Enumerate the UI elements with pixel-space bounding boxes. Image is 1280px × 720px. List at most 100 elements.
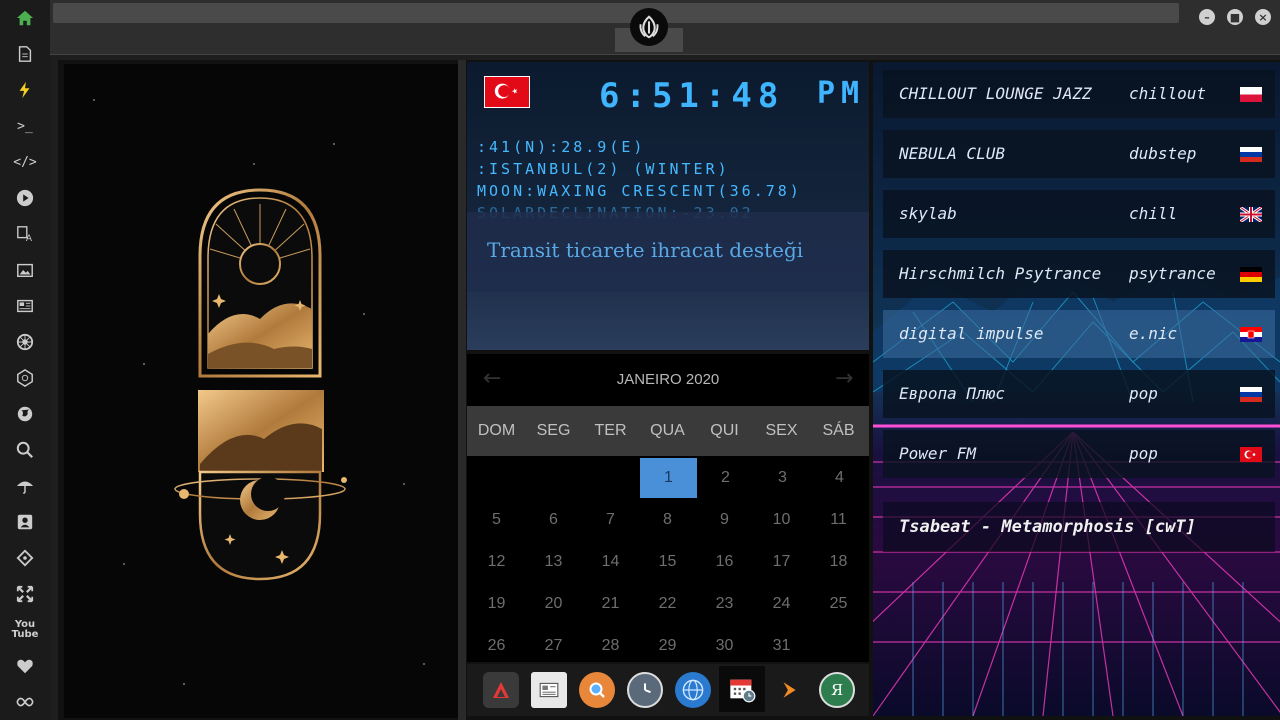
image-icon[interactable] [13, 258, 37, 282]
russia-flag-icon [1240, 147, 1262, 162]
home-icon[interactable] [13, 6, 37, 30]
youtube-icon[interactable]: You Tube [12, 618, 39, 642]
calendar-day[interactable]: 18 [810, 542, 867, 582]
calendar-day[interactable]: 30 [696, 626, 753, 666]
umbrella-icon[interactable] [13, 474, 37, 498]
station-row-active[interactable]: digital impulse e.nic [883, 310, 1275, 358]
germany-flag-icon [1240, 267, 1262, 282]
station-genre: pop [1129, 384, 1158, 403]
station-genre: dubstep [1129, 144, 1197, 163]
heart-icon[interactable] [13, 654, 37, 678]
contact-card-icon[interactable] [13, 510, 37, 534]
calendar-day[interactable]: 4 [811, 458, 868, 498]
station-row[interactable]: NEBULA CLUB dubstep [883, 130, 1275, 178]
calendar-day[interactable]: 8 [639, 500, 696, 540]
station-row[interactable]: CHILLOUT LOUNGE JAZZ chillout [883, 70, 1275, 118]
calendar-day[interactable]: 11 [810, 500, 867, 540]
calendar-day[interactable]: 10 [753, 500, 810, 540]
play-icon[interactable] [13, 186, 37, 210]
calendar-day-selected[interactable]: 1 [640, 458, 697, 498]
yandex-icon[interactable]: Я [819, 672, 855, 708]
calendar-day[interactable]: 7 [582, 500, 639, 540]
search-app-icon[interactable] [579, 672, 615, 708]
browser-globe-icon[interactable] [675, 672, 711, 708]
calendar-day[interactable]: 27 [525, 626, 582, 666]
translate-icon[interactable]: A [13, 222, 37, 246]
tag-icon[interactable] [13, 546, 37, 570]
clock-time: 6:51:48 [599, 76, 785, 116]
calendar-app-icon[interactable] [719, 666, 765, 712]
calendar-month-title: JANEIRO 2020 [616, 371, 720, 388]
calendar-day[interactable]: 19 [468, 584, 525, 624]
weekday-label: TER [594, 422, 627, 439]
calendar-day[interactable]: 3 [754, 458, 811, 498]
calendar-day[interactable]: 6 [525, 500, 582, 540]
croatia-flag-icon [1240, 327, 1262, 342]
moon-phase-text: MOON:WAXING CRESCENT(36.78) [477, 182, 802, 200]
calendar-day[interactable]: 23 [696, 584, 753, 624]
calendar-day[interactable]: 29 [639, 626, 696, 666]
station-name: NEBULA CLUB [899, 144, 1005, 163]
infinity-icon[interactable] [13, 690, 37, 714]
terminal-icon[interactable]: >_ [13, 114, 37, 138]
lightning-icon[interactable] [13, 78, 37, 102]
station-row[interactable]: skylab chill [883, 190, 1275, 238]
calendar-day[interactable]: 16 [696, 542, 753, 582]
calendar-day[interactable]: 5 [468, 500, 525, 540]
address-bar[interactable] [53, 3, 1179, 23]
weekday-label: QUA [650, 422, 685, 439]
celestial-art-image [93, 99, 425, 685]
clock-app-icon[interactable] [627, 672, 663, 708]
rebel-emblem-icon [630, 8, 668, 46]
search-icon[interactable] [13, 438, 37, 462]
calendar-day[interactable]: 22 [639, 584, 696, 624]
galactic-empire-icon[interactable] [13, 366, 37, 390]
rebel-alliance-icon[interactable] [13, 330, 37, 354]
calendar-day[interactable]: 12 [468, 542, 525, 582]
station-row[interactable]: Европа Плюс pop [883, 370, 1275, 418]
calendar-day[interactable]: 31 [753, 626, 810, 666]
calendar-day[interactable]: 13 [525, 542, 582, 582]
calendar-day[interactable]: 15 [639, 542, 696, 582]
minimize-button[interactable]: – [1199, 9, 1215, 25]
svg-text:A: A [26, 234, 33, 243]
news-headline[interactable]: Transit ticarete ihracat desteği [487, 238, 803, 262]
close-button[interactable]: × [1255, 9, 1271, 25]
maximize-button[interactable]: ■ [1227, 9, 1243, 25]
station-row[interactable]: Power FM pop [883, 430, 1275, 478]
calendar-day[interactable]: 9 [696, 500, 753, 540]
weekday-header-row: DOM SEG TER QUA QUI SEX SÁB [467, 406, 869, 456]
calendar-day[interactable]: 17 [753, 542, 810, 582]
station-genre: chill [1129, 204, 1178, 223]
weekday-label: QUI [710, 422, 739, 439]
calendar-day[interactable]: 24 [753, 584, 810, 624]
clock-widget: 6:51:48 PM :41(N):28.9(E) :ISTANBUL(2) (… [467, 62, 869, 350]
expand-icon[interactable] [13, 582, 37, 606]
station-name: Power FM [899, 444, 977, 463]
media-play-icon[interactable] [771, 672, 807, 708]
next-month-icon[interactable]: → [835, 366, 853, 391]
document-icon[interactable] [13, 42, 37, 66]
newspaper-icon[interactable] [13, 294, 37, 318]
globe-icon[interactable] [13, 402, 37, 426]
weekday-label: SÁB [822, 422, 855, 439]
top-bar: – ■ × [50, 0, 1280, 55]
art-panel [64, 64, 458, 718]
calendar-header: ← JANEIRO 2020 → [467, 354, 869, 407]
calendar-day[interactable]: 14 [582, 542, 639, 582]
news-reader-icon[interactable] [531, 672, 567, 708]
calendar-day[interactable]: 21 [582, 584, 639, 624]
station-genre: psytrance [1129, 264, 1216, 283]
weekday-label: DOM [477, 422, 516, 439]
calendar-day[interactable]: 2 [697, 458, 754, 498]
calendar-day[interactable]: 26 [468, 626, 525, 666]
calendar-day[interactable]: 20 [525, 584, 582, 624]
code-icon[interactable]: </> [13, 150, 37, 174]
calendar-widget: ← JANEIRO 2020 → DOM SEG TER QUA QUI SEX… [467, 354, 869, 662]
turkey-flag-icon [1240, 447, 1262, 462]
station-row[interactable]: Hirschmilch Psytrance psytrance [883, 250, 1275, 298]
calendar-day[interactable]: 25 [810, 584, 867, 624]
app-launcher-icon[interactable] [483, 672, 519, 708]
panel-divider [458, 60, 466, 720]
calendar-day[interactable]: 28 [582, 626, 639, 666]
